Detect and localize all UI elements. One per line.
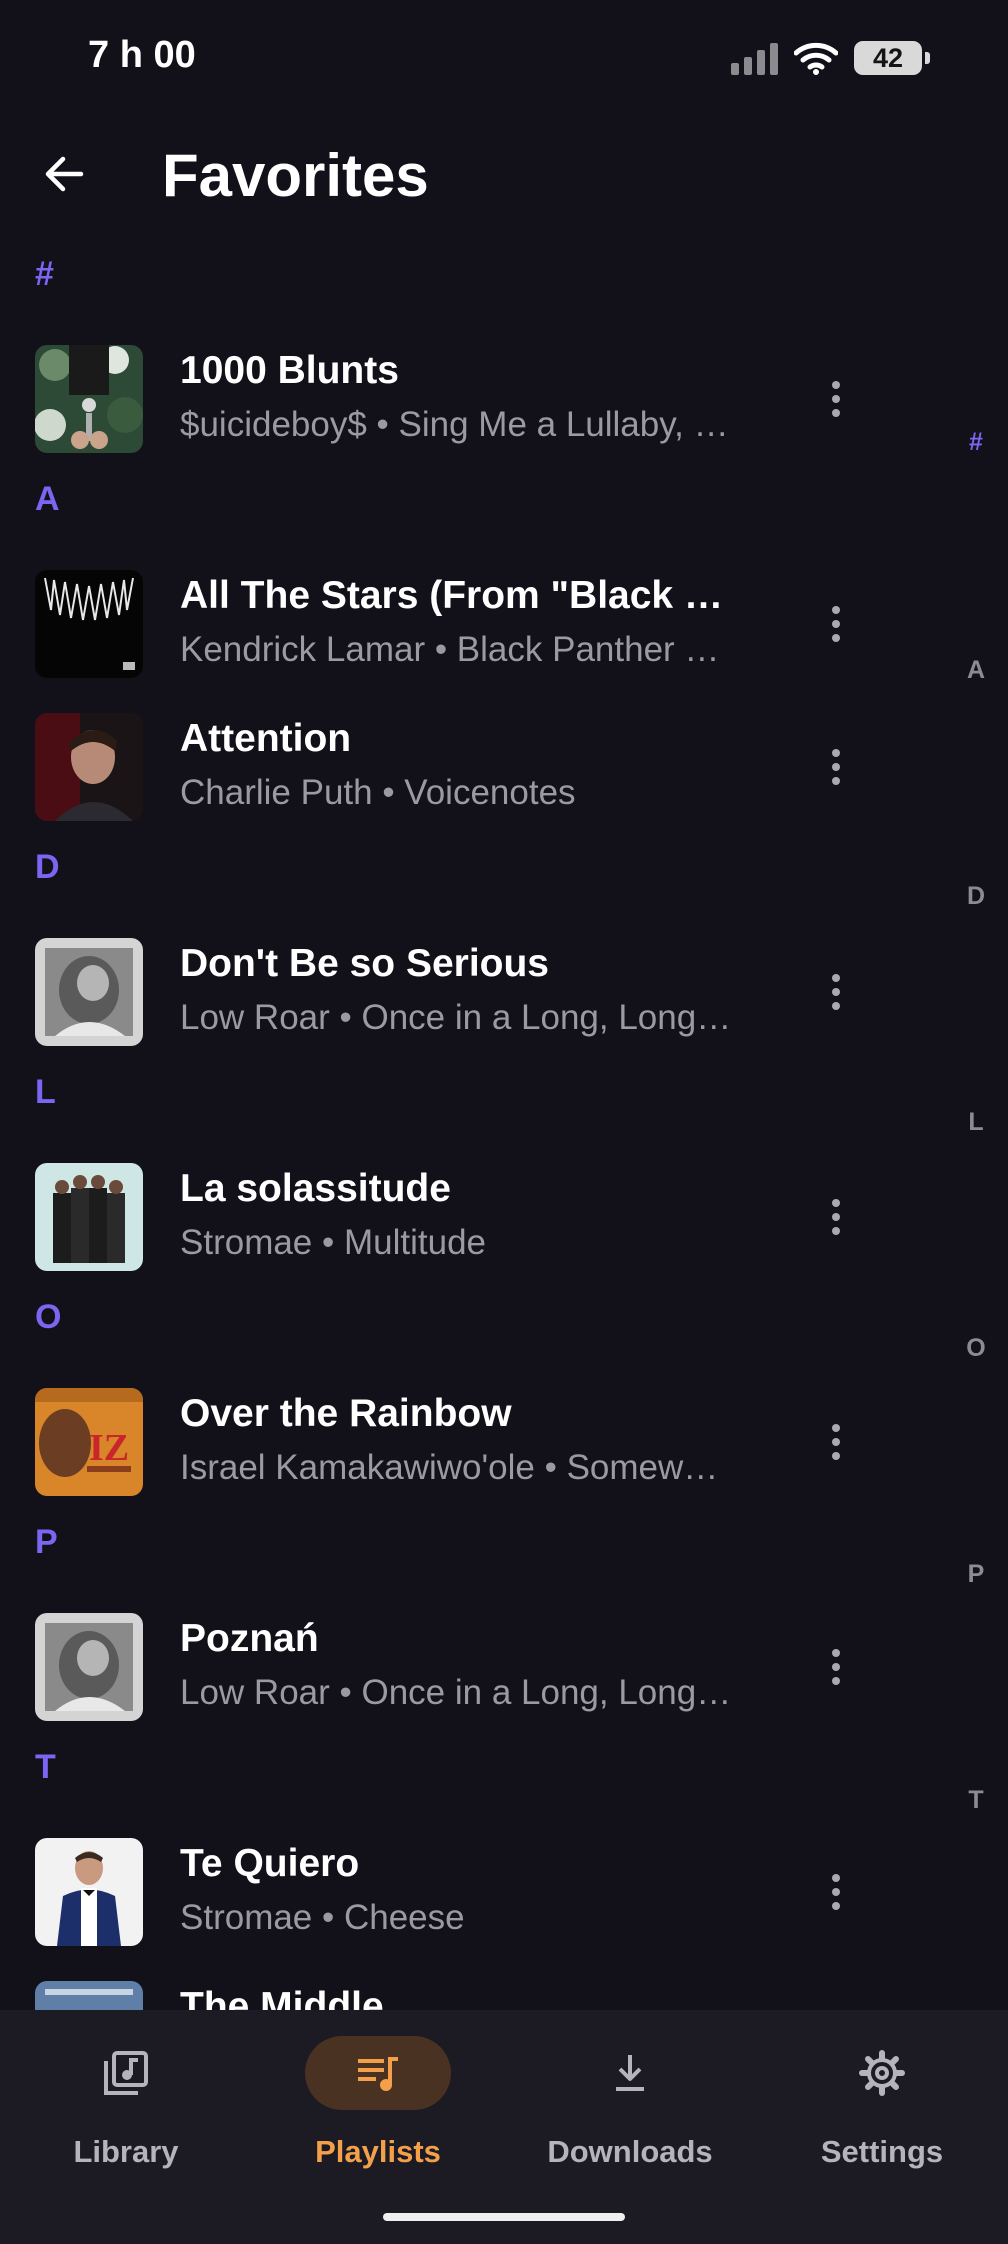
section-header-o: O (35, 1298, 62, 1336)
track-subtitle: $uicideboy$ • Sing Me a Lullaby, … (180, 405, 729, 444)
track-row[interactable]: Don't Be so Serious Low Roar • Once in a… (0, 926, 930, 1066)
track-subtitle: Israel Kamakawiwo'ole • Somew… (180, 1448, 719, 1487)
album-cover (35, 1613, 143, 1721)
queue-music-icon (358, 2057, 398, 2091)
back-button[interactable] (32, 142, 96, 206)
index-letter-t[interactable]: T (958, 1786, 994, 1815)
status-bar: 7 h 00 42 (0, 0, 1008, 115)
home-indicator[interactable] (383, 2213, 625, 2221)
album-cover (35, 1163, 143, 1271)
track-title: Don't Be so Serious (180, 942, 549, 985)
album-cover (35, 345, 143, 453)
track-row[interactable]: Attention Charlie Puth • Voicenotes (0, 701, 930, 841)
track-subtitle: Kendrick Lamar • Black Panther … (180, 630, 720, 669)
nav-settings[interactable]: Settings (756, 2036, 1008, 2176)
track-row[interactable]: Te Quiero Stromae • Cheese (0, 1826, 930, 1966)
status-time: 7 h 00 (88, 34, 196, 76)
track-subtitle: Stromae • Cheese (180, 1898, 465, 1937)
top-app-bar: Favorites (0, 120, 1008, 240)
track-row[interactable]: The Middle (0, 1969, 930, 2010)
track-title: Over the Rainbow (180, 1392, 512, 1435)
album-cover (35, 1838, 143, 1946)
nav-label: Settings (820, 2134, 944, 2169)
track-title: 1000 Blunts (180, 349, 399, 392)
track-row[interactable]: All The Stars (From "Black P… Kendrick L… (0, 558, 930, 698)
more-options-button[interactable] (808, 1187, 864, 1247)
track-subtitle: Charlie Puth • Voicenotes (180, 773, 576, 812)
wifi-icon (794, 42, 838, 75)
section-header-hash: # (35, 255, 54, 293)
track-row[interactable]: La solassitude Stromae • Multitude (0, 1151, 930, 1291)
track-subtitle: Low Roar • Once in a Long, Long… (180, 998, 732, 1037)
index-letter-l[interactable]: L (958, 1108, 994, 1137)
nav-downloads[interactable]: Downloads (504, 2036, 756, 2176)
nav-label: Library (73, 2134, 179, 2169)
track-row[interactable]: 1000 Blunts $uicideboy$ • Sing Me a Lull… (0, 333, 930, 473)
section-header-l: L (35, 1073, 56, 1111)
album-cover (35, 938, 143, 1046)
gear-icon (859, 2050, 905, 2096)
track-title: La solassitude (180, 1167, 451, 1210)
page-title: Favorites (162, 142, 429, 209)
battery-level: 42 (872, 42, 904, 73)
track-row[interactable]: IZ Over the Rainbow Israel Kamakawiwo'ol… (0, 1376, 930, 1516)
album-cover (35, 570, 143, 678)
section-header-p: P (35, 1523, 58, 1561)
nav-label: Downloads (547, 2134, 713, 2169)
track-title: Te Quiero (180, 1842, 360, 1885)
track-title: Attention (180, 717, 352, 760)
nav-library[interactable]: Library (0, 2036, 252, 2176)
more-options-button[interactable] (808, 737, 864, 797)
arrow-left-icon (45, 156, 84, 192)
index-letter-hash[interactable]: # (958, 428, 994, 457)
album-cover: IZ (35, 1388, 143, 1496)
svg-text:IZ: IZ (89, 1427, 129, 1469)
track-subtitle: Low Roar • Once in a Long, Long… (180, 1673, 732, 1712)
nav-active-indicator (305, 2036, 451, 2110)
section-header-a: A (35, 480, 60, 518)
track-subtitle: Stromae • Multitude (180, 1223, 486, 1262)
more-options-button[interactable] (808, 1412, 864, 1472)
track-title: The Middle (180, 1985, 384, 2010)
download-icon (616, 2055, 644, 2091)
more-options-button[interactable] (808, 1862, 864, 1922)
index-letter-a[interactable]: A (958, 656, 994, 685)
index-letter-p[interactable]: P (958, 1560, 994, 1589)
battery-icon: 42 (854, 41, 930, 75)
favorites-list[interactable]: # 1000 Blunts $uicideboy$ • Sing Me a Lu… (0, 255, 1008, 2010)
signal-icon (731, 41, 778, 75)
track-row[interactable]: Poznań Low Roar • Once in a Long, Long… (0, 1601, 930, 1741)
more-options-button[interactable] (808, 594, 864, 654)
more-options-button[interactable] (808, 1637, 864, 1697)
index-letter-o[interactable]: O (958, 1334, 994, 1363)
index-letter-d[interactable]: D (958, 882, 994, 911)
more-options-button[interactable] (808, 962, 864, 1022)
more-options-button[interactable] (808, 369, 864, 429)
album-cover (35, 1981, 143, 2010)
track-title: Poznań (180, 1617, 319, 1660)
bottom-navigation: Library Playlists Downloads Settings (0, 2010, 1008, 2244)
status-icons: 42 (731, 36, 930, 80)
section-header-d: D (35, 848, 60, 886)
track-title: All The Stars (From "Black P… (180, 574, 745, 617)
library-music-icon (104, 2051, 148, 2095)
nav-playlists[interactable]: Playlists (252, 2036, 504, 2176)
section-header-t: T (35, 1748, 56, 1786)
nav-label: Playlists (315, 2134, 441, 2169)
album-cover (35, 713, 143, 821)
